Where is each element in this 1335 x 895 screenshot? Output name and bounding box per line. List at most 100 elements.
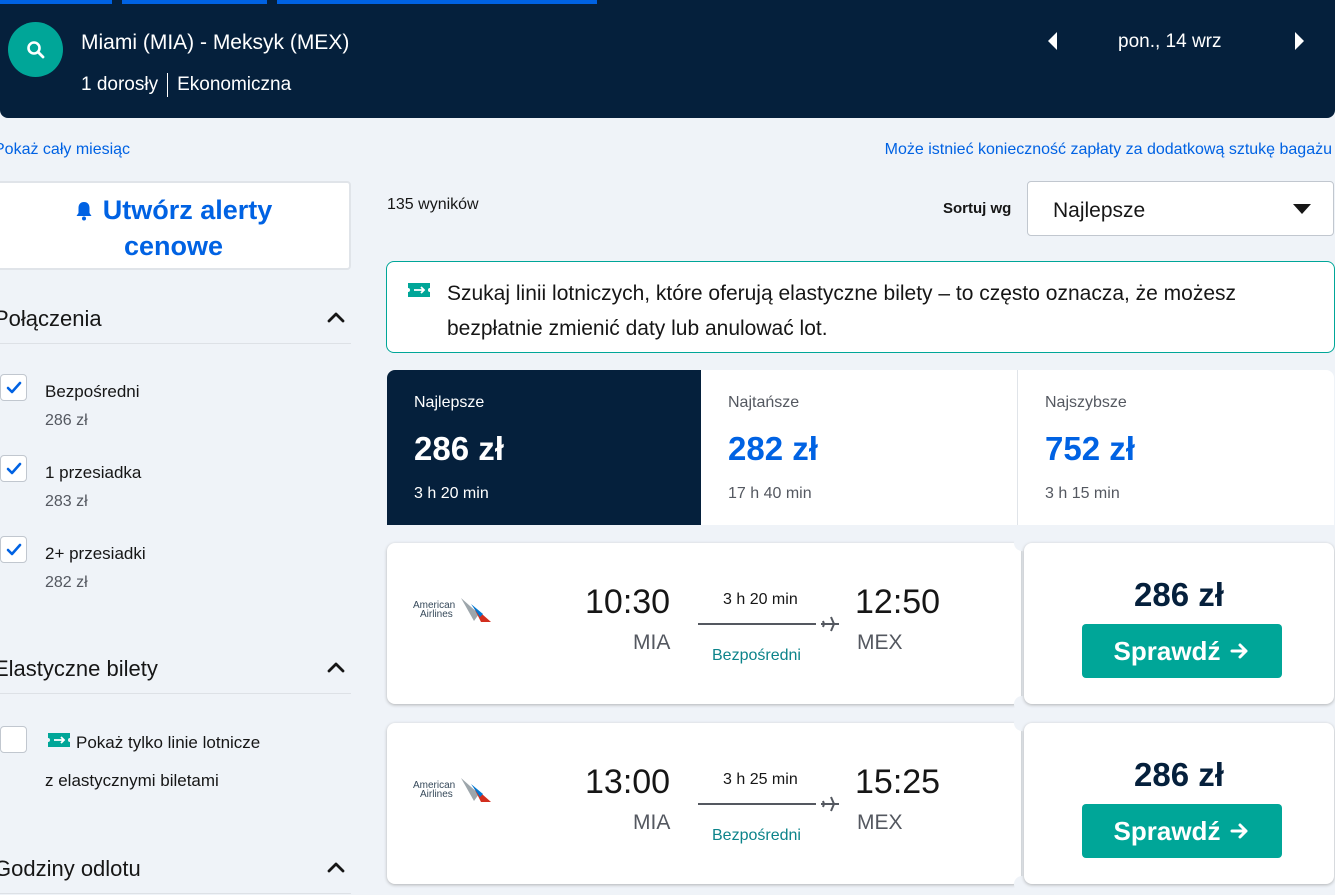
airplane-icon	[821, 616, 839, 632]
flight-result-card: American Airlines 13:00 MIA 3 h 25 min B…	[387, 715, 1334, 892]
flight-details[interactable]: American Airlines 10:30 MIA 3 h 20 min B…	[387, 543, 1021, 704]
flight-price: 286 zł	[1134, 756, 1224, 793]
chevron-up-icon	[327, 862, 345, 873]
flexible-ticket-icon	[48, 733, 70, 747]
passenger-cabin-summary[interactable]: 1 dorosły Ekonomiczna	[81, 73, 291, 97]
price-panel: 286 zł Sprawdź	[1024, 723, 1334, 884]
departure-airport: MIA	[633, 811, 671, 834]
stops-filter-title: Połączenia	[0, 306, 102, 331]
checkmark-icon	[6, 462, 21, 474]
arrow-right-icon	[1230, 643, 1248, 659]
tab-best[interactable]: Najlepsze 286 zł 3 h 20 min	[387, 370, 701, 525]
tab-fastest-price: 752 zł	[1045, 430, 1135, 467]
flight-result-card: American Airlines 10:30 MIA 3 h 20 min B…	[387, 535, 1334, 712]
stops-two-plus-label: 2+ przesiadki	[45, 544, 146, 563]
departure-times-filter-header[interactable]: Godziny odlotu	[0, 856, 351, 894]
price-alert-line1: Utwórz alerty	[0, 195, 349, 226]
stops-two-plus-price: 282 zł	[45, 574, 88, 591]
bell-icon	[76, 202, 92, 221]
arrival-airport: MEX	[857, 811, 903, 834]
caret-left-icon	[1048, 32, 1057, 50]
flexible-tickets-filter-header[interactable]: Elastyczne bilety	[0, 656, 351, 694]
search-icon	[26, 40, 44, 58]
dropdown-arrow-icon	[1293, 204, 1311, 214]
selected-date[interactable]: pon., 14 wrz	[1118, 31, 1222, 53]
search-button[interactable]	[8, 22, 63, 77]
stops-two-plus-checkbox[interactable]	[0, 536, 27, 563]
route-title[interactable]: Miami (MIA) - Meksyk (MEX)	[81, 31, 349, 55]
flexible-tickets-label-line2: z elastycznymi biletami	[45, 771, 219, 790]
flight-duration: 3 h 20 min	[723, 591, 798, 608]
header-progress-tabs	[0, 0, 600, 4]
flexible-tickets-label-line1: Pokaż tylko linie lotnicze	[76, 733, 261, 752]
tab-best-duration: 3 h 20 min	[414, 485, 489, 502]
departure-time: 13:00	[585, 763, 671, 801]
stops-info: Bezpośredni	[712, 647, 801, 664]
checkmark-icon	[6, 543, 21, 555]
stops-filter-header[interactable]: Połączenia	[0, 306, 351, 344]
baggage-fee-link[interactable]: Może istnieć konieczność zapłaty za doda…	[885, 141, 1332, 159]
stops-one-label: 1 przesiadka	[45, 463, 142, 482]
airline-logo: American Airlines	[411, 593, 495, 627]
stops-one-checkbox[interactable]	[0, 455, 27, 482]
tab-cheapest[interactable]: Najtańsze 282 zł 17 h 40 min	[701, 370, 1017, 525]
arrow-right-icon	[1230, 823, 1248, 839]
sort-value: Najlepsze	[1053, 199, 1146, 222]
summary-divider	[167, 73, 169, 97]
select-flight-label: Sprawdź	[1113, 635, 1221, 666]
airline-logo: American Airlines	[411, 773, 495, 807]
passenger-count: 1 dorosły	[81, 74, 159, 95]
select-flight-button[interactable]: Sprawdź	[1082, 624, 1282, 678]
flight-leg-line	[698, 803, 816, 805]
tab-fastest-duration: 3 h 15 min	[1045, 485, 1120, 502]
tab-best-price: 286 zł	[414, 430, 504, 467]
tab-cheapest-duration: 17 h 40 min	[728, 485, 812, 502]
show-whole-month-link[interactable]: Pokaż cały miesiąc	[0, 141, 130, 159]
tab-fastest-label: Najszybsze	[1045, 394, 1127, 411]
arrival-time: 12:50	[855, 583, 941, 621]
flight-duration: 3 h 25 min	[723, 771, 798, 788]
flight-price: 286 zł	[1134, 576, 1224, 613]
results-count: 135 wyników	[387, 196, 479, 213]
arrival-time: 15:25	[855, 763, 941, 801]
caret-right-icon	[1295, 32, 1304, 50]
stops-direct-checkbox[interactable]	[0, 374, 27, 401]
flexible-ticket-icon	[408, 283, 430, 297]
tab-best-label: Najlepsze	[414, 394, 485, 411]
tab-cheapest-label: Najtańsze	[728, 394, 800, 411]
departure-times-title: Godziny odlotu	[0, 856, 141, 881]
create-price-alert-button[interactable]: Utwórz alerty cenowe	[0, 181, 351, 270]
sort-label: Sortuj wg	[943, 200, 1012, 217]
next-date-button[interactable]	[1292, 30, 1306, 57]
airline-name-line2: Airlines	[420, 609, 453, 620]
tab-cheapest-price: 282 zł	[728, 430, 818, 467]
info-banner-text: Szukaj linii lotniczych, które oferują e…	[447, 282, 1237, 340]
airline-name-line2: Airlines	[420, 789, 453, 800]
flight-leg-line	[698, 623, 816, 625]
select-flight-button[interactable]: Sprawdź	[1082, 804, 1282, 858]
chevron-up-icon	[327, 312, 345, 323]
flexible-tickets-title: Elastyczne bilety	[0, 656, 158, 681]
flight-details[interactable]: American Airlines 13:00 MIA 3 h 25 min B…	[387, 723, 1021, 884]
flexible-tickets-checkbox[interactable]	[0, 726, 27, 753]
flexible-tickets-info-banner: Szukaj linii lotniczych, które oferują e…	[386, 261, 1335, 353]
stops-direct-label: Bezpośredni	[45, 382, 140, 401]
search-header: Miami (MIA) - Meksyk (MEX) 1 dorosły Eko…	[0, 0, 1335, 118]
stops-info: Bezpośredni	[712, 827, 801, 844]
sort-dropdown[interactable]: Najlepsze	[1027, 181, 1334, 236]
stops-one-price: 283 zł	[45, 493, 88, 510]
sort-tabs: Najlepsze 286 zł 3 h 20 min Najtańsze 28…	[387, 370, 1334, 525]
cabin-class: Ekonomiczna	[177, 74, 292, 95]
airplane-icon	[821, 796, 839, 812]
select-flight-label: Sprawdź	[1113, 815, 1221, 846]
american-airlines-flight-symbol-icon	[461, 778, 491, 802]
departure-airport: MIA	[633, 631, 671, 654]
stops-direct-price: 286 zł	[45, 412, 88, 429]
price-alert-text2: cenowe	[123, 231, 224, 261]
checkmark-icon	[6, 381, 21, 393]
previous-date-button[interactable]	[1046, 30, 1060, 57]
arrival-airport: MEX	[857, 631, 903, 654]
price-panel: 286 zł Sprawdź	[1024, 543, 1334, 704]
tab-fastest[interactable]: Najszybsze 752 zł 3 h 15 min	[1018, 370, 1334, 525]
price-alert-text1: Utwórz alerty	[102, 195, 273, 225]
